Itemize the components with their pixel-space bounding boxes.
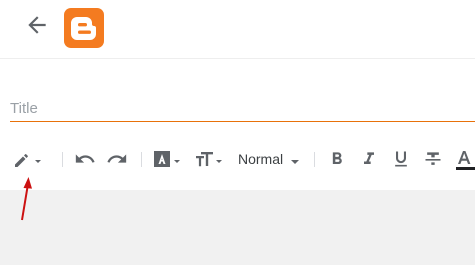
- italic-button[interactable]: [359, 148, 379, 170]
- font-icon: [154, 151, 170, 167]
- pencil-icon: [15, 154, 28, 167]
- underline-button[interactable]: [391, 148, 411, 170]
- strikethrough-icon: [425, 152, 441, 165]
- strikethrough-button[interactable]: [423, 148, 443, 170]
- underline-icon: [395, 151, 407, 167]
- app-header: [0, 0, 475, 56]
- toolbar-separator: [62, 152, 63, 167]
- compose-mode-dropdown[interactable]: [12, 148, 44, 170]
- text-size-dropdown[interactable]: [194, 148, 226, 170]
- paragraph-style-dropdown[interactable]: Normal: [238, 151, 283, 167]
- undo-button[interactable]: [74, 148, 96, 170]
- chevron-down-icon: [291, 160, 299, 164]
- text-color-icon: [456, 151, 475, 170]
- chevron-down-icon: [35, 160, 41, 163]
- toolbar-separator: [314, 152, 315, 167]
- title-underline: [10, 121, 475, 122]
- header-divider: [0, 58, 475, 59]
- text-size-icon: [196, 152, 213, 167]
- italic-icon: [364, 152, 374, 164]
- blogger-logo-icon: [64, 8, 104, 48]
- paragraph-style-chevron[interactable]: [289, 148, 301, 170]
- bold-button[interactable]: [327, 148, 347, 170]
- editor-toolbar: Normal: [0, 140, 475, 178]
- undo-icon: [75, 154, 95, 163]
- annotation-arrow-icon: [21, 177, 32, 221]
- back-button[interactable]: [24, 12, 50, 38]
- font-dropdown[interactable]: [152, 148, 184, 170]
- chevron-down-icon: [216, 160, 222, 163]
- toolbar-separator: [141, 152, 142, 167]
- editor-body-area[interactable]: [0, 190, 475, 265]
- text-color-button[interactable]: [454, 148, 475, 170]
- bold-icon: [332, 152, 342, 164]
- arrow-left-icon: [28, 16, 46, 34]
- title-input[interactable]: [10, 96, 475, 120]
- redo-button[interactable]: [106, 148, 128, 170]
- redo-icon: [107, 154, 127, 163]
- chevron-down-icon: [174, 160, 180, 163]
